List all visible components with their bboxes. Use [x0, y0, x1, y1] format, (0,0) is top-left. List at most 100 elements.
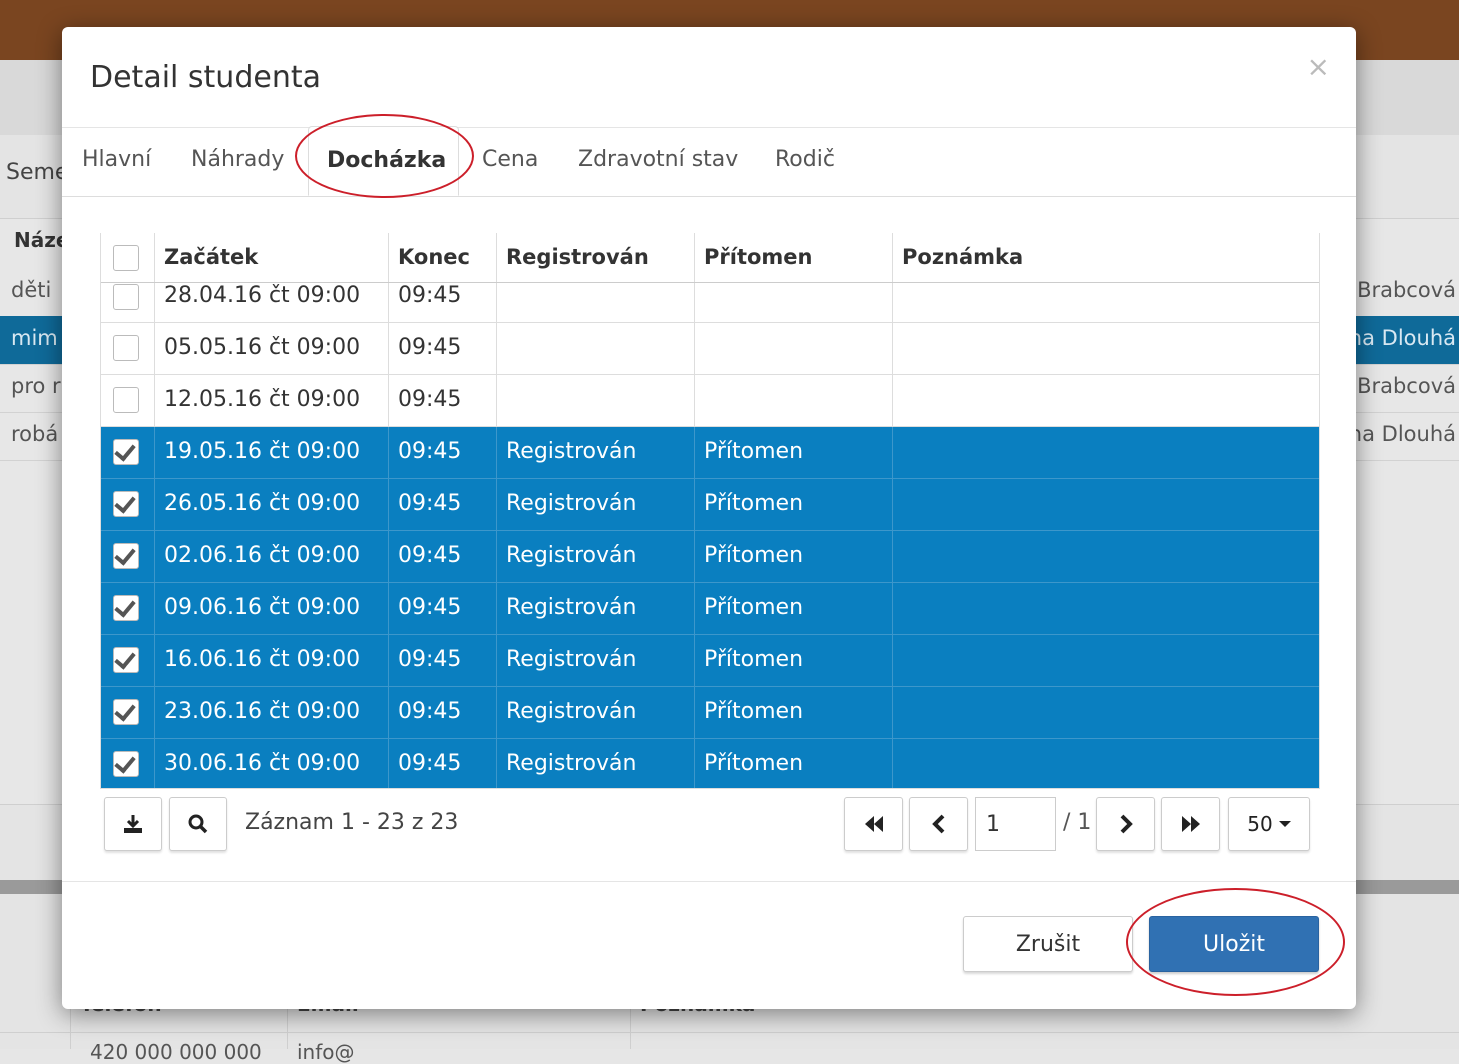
cell-note [893, 635, 1319, 686]
row-select-cell [101, 531, 155, 582]
search-button[interactable] [169, 797, 227, 851]
cell-present: Přítomen [695, 583, 893, 634]
cancel-button[interactable]: Zrušit [963, 916, 1133, 972]
attendance-row[interactable]: 19.05.16 čt 09:00 09:45 Registrován Přítome… [101, 427, 1319, 479]
chevron-left-icon [931, 814, 944, 834]
cell-start: 12.05.16 čt 09:00 [155, 375, 389, 426]
row-select-cell [101, 323, 155, 374]
last-page-button[interactable] [1161, 797, 1220, 851]
download-icon [124, 815, 142, 833]
cell-note [893, 479, 1319, 530]
download-button[interactable] [104, 797, 162, 851]
cell-end: 09:45 [389, 635, 497, 686]
cell-end: 09:45 [389, 323, 497, 374]
column-header-start[interactable]: Začátek [155, 233, 389, 282]
cell-end: 09:45 [389, 531, 497, 582]
cell-note [893, 283, 1319, 322]
attendance-grid: Začátek Konec Registrován Přítomen Pozná… [100, 233, 1320, 789]
cell-registered: Registrován [497, 531, 695, 582]
tab-bar: Hlavní Náhrady Docházka Cena Zdravotní s… [62, 126, 1356, 197]
row-select-cell [101, 739, 155, 788]
attendance-row[interactable]: 26.05.16 čt 09:00 09:45 Registrován Přítome… [101, 479, 1319, 531]
column-header-note[interactable]: Poznámka [893, 233, 1319, 282]
tab-rodic[interactable]: Rodič [775, 147, 835, 172]
first-page-icon [864, 816, 883, 832]
save-button[interactable]: Uložit [1149, 916, 1319, 972]
row-checkbox[interactable] [113, 751, 139, 777]
tab-hlavni[interactable]: Hlavní [82, 147, 151, 172]
caret-down-icon [1278, 821, 1291, 827]
grid-header-select [101, 233, 155, 282]
cell-end: 09:45 [389, 479, 497, 530]
cell-registered: Registrován [497, 583, 695, 634]
row-checkbox[interactable] [113, 647, 139, 673]
check-icon [114, 543, 136, 566]
row-checkbox[interactable] [113, 335, 139, 361]
chevron-right-icon [1120, 814, 1133, 834]
cell-start: 05.05.16 čt 09:00 [155, 323, 389, 374]
row-checkbox[interactable] [113, 543, 139, 569]
row-checkbox[interactable] [113, 595, 139, 621]
cell-present: Přítomen [695, 479, 893, 530]
attendance-row[interactable]: 02.06.16 čt 09:00 09:45 Registrován Přítome… [101, 531, 1319, 583]
column-header-registered[interactable]: Registrován [497, 233, 695, 282]
cell-end: 09:45 [389, 583, 497, 634]
cell-present [695, 283, 893, 322]
column-header-present[interactable]: Přítomen [695, 233, 893, 282]
attendance-row[interactable]: 05.05.16 čt 09:00 09:45 [101, 323, 1319, 375]
cell-end: 09:45 [389, 687, 497, 738]
cell-present [695, 323, 893, 374]
next-page-button[interactable] [1096, 797, 1155, 851]
cell-end: 09:45 [389, 427, 497, 478]
background-lower-value: 420 000 000 000 [90, 1040, 262, 1064]
select-all-checkbox[interactable] [113, 245, 139, 271]
cell-registered [497, 283, 695, 322]
check-icon [114, 491, 136, 514]
cell-end: 09:45 [389, 375, 497, 426]
cell-note [893, 739, 1319, 788]
row-checkbox[interactable] [113, 699, 139, 725]
page-size-select[interactable]: 50 [1228, 797, 1310, 851]
tab-dochazka[interactable]: Docházka [308, 126, 459, 196]
cell-registered: Registrován [497, 739, 695, 788]
row-checkbox[interactable] [113, 284, 139, 310]
row-select-cell [101, 427, 155, 478]
cell-present: Přítomen [695, 739, 893, 788]
row-select-cell [101, 283, 155, 322]
cell-present: Přítomen [695, 687, 893, 738]
row-select-cell [101, 375, 155, 426]
attendance-row[interactable]: 16.06.16 čt 09:00 09:45 Registrován Přítome… [101, 635, 1319, 687]
page-number-input[interactable] [975, 797, 1056, 851]
column-header-end[interactable]: Konec [389, 233, 497, 282]
check-icon [114, 647, 136, 670]
cell-registered: Registrován [497, 427, 695, 478]
cell-note [893, 427, 1319, 478]
first-page-button[interactable] [844, 797, 903, 851]
row-checkbox[interactable] [113, 491, 139, 517]
attendance-row[interactable]: 12.05.16 čt 09:00 09:45 [101, 375, 1319, 427]
cell-note [893, 687, 1319, 738]
tab-zdravotni-stav[interactable]: Zdravotní stav [578, 147, 738, 172]
row-checkbox[interactable] [113, 439, 139, 465]
tab-cena[interactable]: Cena [482, 147, 538, 172]
attendance-row[interactable]: 09.06.16 čt 09:00 09:45 Registrován Přítome… [101, 583, 1319, 635]
attendance-row[interactable]: 28.04.16 čt 09:00 09:45 [101, 283, 1319, 323]
cell-start: 26.05.16 čt 09:00 [155, 479, 389, 530]
prev-page-button[interactable] [909, 797, 968, 851]
row-checkbox[interactable] [113, 387, 139, 413]
search-icon [188, 814, 208, 834]
check-icon [114, 595, 136, 618]
row-select-cell [101, 635, 155, 686]
attendance-row[interactable]: 30.06.16 čt 09:00 09:45 Registrován Přítome… [101, 739, 1319, 788]
close-icon[interactable]: × [1307, 53, 1330, 81]
cell-note [893, 531, 1319, 582]
tab-nahrady[interactable]: Náhrady [191, 147, 284, 172]
cell-start: 19.05.16 čt 09:00 [155, 427, 389, 478]
cell-present: Přítomen [695, 427, 893, 478]
cell-start: 30.06.16 čt 09:00 [155, 739, 389, 788]
student-detail-modal: Detail studenta × Hlavní Náhrady Docházk… [62, 27, 1356, 1009]
last-page-icon [1181, 816, 1200, 832]
attendance-row[interactable]: 23.06.16 čt 09:00 09:45 Registrován Přítome… [101, 687, 1319, 739]
cell-present: Přítomen [695, 635, 893, 686]
divider [0, 1032, 1459, 1033]
